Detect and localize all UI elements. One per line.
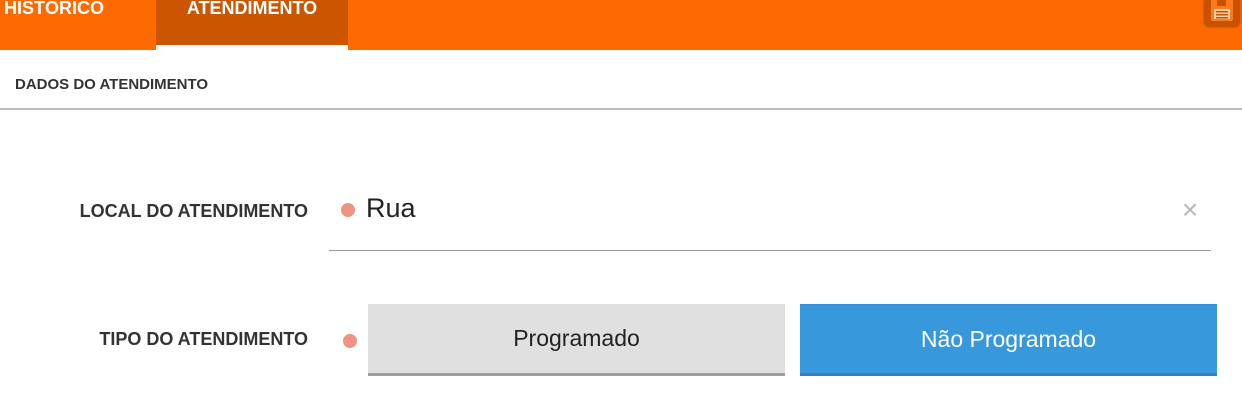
tipo-label: TIPO DO ATENDIMENTO bbox=[99, 329, 308, 349]
tab-historico-label: HISTÓRICO bbox=[4, 0, 105, 18]
local-value: Rua bbox=[366, 193, 416, 223]
tab-atendimento[interactable]: ATENDIMENTO bbox=[156, 0, 348, 50]
option-nao-programado-button[interactable]: Não Programado bbox=[800, 304, 1217, 376]
required-indicator-tipo bbox=[343, 334, 357, 348]
top-tab-bar: HISTÓRICO ATENDIMENTO bbox=[0, 0, 1242, 50]
option-programado-button[interactable]: Programado bbox=[368, 304, 785, 376]
save-icon bbox=[1211, 0, 1233, 21]
local-label: LOCAL DO ATENDIMENTO bbox=[79, 201, 308, 221]
tab-atendimento-label: ATENDIMENTO bbox=[186, 0, 318, 18]
section-title: DADOS DO ATENDIMENTO bbox=[15, 76, 209, 93]
local-input[interactable] bbox=[329, 185, 1211, 251]
save-button[interactable] bbox=[1204, 0, 1240, 26]
tab-historico[interactable]: HISTÓRICO bbox=[0, 0, 150, 50]
clear-icon[interactable]: × bbox=[1178, 196, 1202, 224]
section-divider bbox=[0, 108, 1242, 110]
